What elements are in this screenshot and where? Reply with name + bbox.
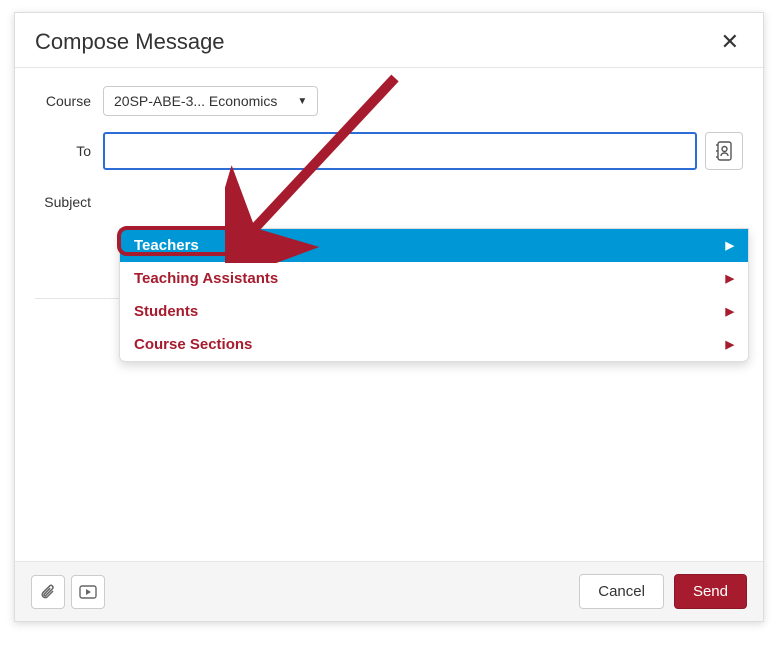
modal-body: Course 20SP-ABE-3... Economics ▼ To (15, 68, 763, 561)
chevron-right-icon: ▶ (726, 305, 734, 318)
compose-message-modal: Compose Message ✕ Course 20SP-ABE-3... E… (14, 12, 764, 622)
address-book-icon (715, 141, 733, 161)
modal-title: Compose Message (35, 29, 225, 55)
to-input[interactable] (103, 132, 697, 170)
dropdown-item-teachers[interactable]: Teachers ▶ (120, 229, 748, 262)
to-row: To (35, 132, 743, 170)
chevron-right-icon: ▶ (726, 272, 734, 285)
subject-label: Subject (35, 194, 103, 210)
dropdown-item-teaching-assistants[interactable]: Teaching Assistants ▶ (120, 262, 748, 295)
dropdown-item-label: Teaching Assistants (134, 270, 278, 287)
dropdown-item-label: Students (134, 303, 198, 320)
chevron-right-icon: ▶ (726, 338, 734, 351)
course-row: Course 20SP-ABE-3... Economics ▼ (35, 86, 743, 116)
attachment-button[interactable] (31, 575, 65, 609)
course-select[interactable]: 20SP-ABE-3... Economics ▼ (103, 86, 318, 116)
recipient-dropdown: Teachers ▶ Teaching Assistants ▶ Student… (119, 228, 749, 362)
cancel-button[interactable]: Cancel (579, 574, 664, 609)
close-icon: ✕ (721, 29, 739, 54)
close-button[interactable]: ✕ (717, 29, 743, 55)
subject-input[interactable] (103, 186, 743, 218)
course-label: Course (35, 93, 103, 109)
footer-right: Cancel Send (579, 574, 747, 609)
address-book-button[interactable] (705, 132, 743, 170)
send-button[interactable]: Send (674, 574, 747, 609)
modal-header: Compose Message ✕ (15, 13, 763, 68)
to-input-wrap (103, 132, 743, 170)
media-icon (79, 585, 97, 599)
footer-left (31, 575, 105, 609)
caret-down-icon: ▼ (297, 96, 307, 107)
to-label: To (35, 143, 103, 159)
dropdown-item-students[interactable]: Students ▶ (120, 295, 748, 328)
paperclip-icon (40, 583, 56, 601)
media-button[interactable] (71, 575, 105, 609)
modal-footer: Cancel Send (15, 561, 763, 621)
dropdown-item-label: Teachers (134, 237, 199, 254)
course-selected-value: 20SP-ABE-3... Economics (114, 93, 277, 109)
dropdown-item-course-sections[interactable]: Course Sections ▶ (120, 328, 748, 361)
subject-row: Subject (35, 186, 743, 218)
dropdown-item-label: Course Sections (134, 336, 252, 353)
chevron-right-icon: ▶ (726, 239, 734, 252)
